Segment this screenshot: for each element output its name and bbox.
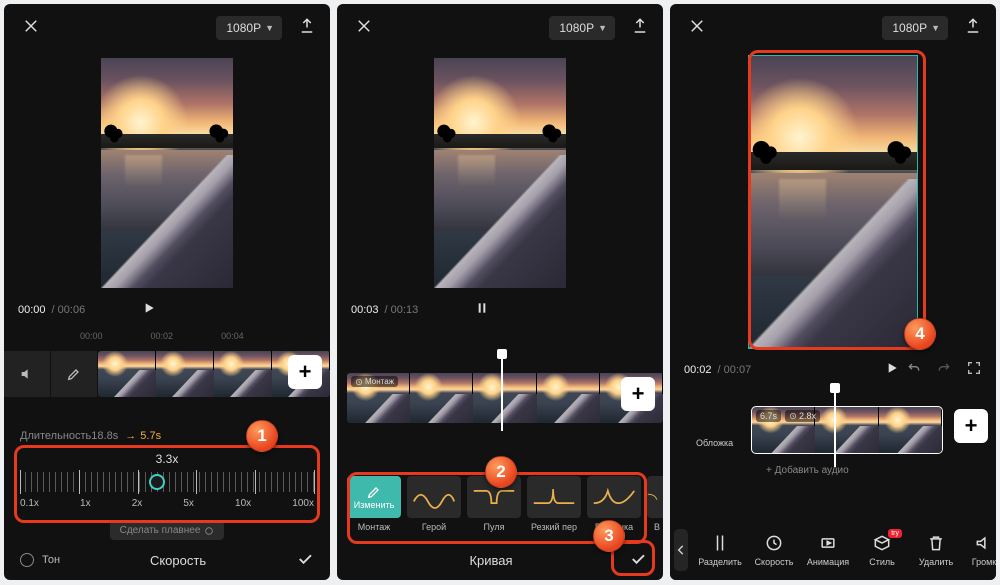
curve-preset[interactable]: Резкий пер <box>527 476 581 532</box>
time-current: 00:00 <box>18 304 46 316</box>
time-current: 00:03 <box>351 304 379 316</box>
play-icon[interactable] <box>91 300 157 319</box>
slider-thumb[interactable] <box>149 474 165 490</box>
smooth-button[interactable]: Сделать плавнее <box>110 521 225 540</box>
add-clip-button[interactable]: + <box>954 409 988 443</box>
speed-value: 3.3x <box>20 452 314 466</box>
chevron-down-icon: ▼ <box>265 23 274 33</box>
resolution-button[interactable]: 1080P▼ <box>882 16 948 40</box>
cover-label[interactable]: Обложка <box>696 438 733 448</box>
playhead[interactable] <box>501 353 503 431</box>
resolution-button[interactable]: 1080P▼ <box>549 16 615 40</box>
time-total: / 00:13 <box>385 304 419 316</box>
annotation-badge: 2 <box>485 456 517 488</box>
clip-duration: 6.7s <box>756 410 781 422</box>
resolution-label: 1080P <box>226 21 261 35</box>
add-audio-button[interactable]: + Добавить аудио <box>670 461 996 476</box>
curve-edit[interactable]: Изменить Монтаж <box>347 476 401 532</box>
speed-stops: 0.1x1x 2x5x 10x100x <box>20 498 314 509</box>
tool-animation[interactable]: Анимация <box>802 533 854 567</box>
annotation-badge: 1 <box>246 420 278 452</box>
add-clip-button[interactable]: + <box>621 377 655 411</box>
video-preview[interactable] <box>749 56 917 348</box>
time-total: / 00:06 <box>52 304 86 316</box>
fullscreen-icon[interactable] <box>966 360 982 379</box>
panel-title: Скорость <box>150 553 206 568</box>
close-icon[interactable] <box>355 17 373 40</box>
export-icon[interactable] <box>964 17 982 40</box>
tool-delete[interactable]: Удалить <box>910 533 962 567</box>
annotation-badge: 3 <box>593 520 625 552</box>
edit-icon[interactable] <box>51 351 97 397</box>
tool-style[interactable]: try Стиль <box>856 533 908 567</box>
curve-label: Монтаж <box>358 522 391 532</box>
clip-speed: 2.8x <box>785 410 820 422</box>
export-icon[interactable] <box>298 17 316 40</box>
back-icon[interactable] <box>674 529 688 571</box>
export-icon[interactable] <box>631 17 649 40</box>
time-total: / 00:07 <box>718 364 752 376</box>
redo-icon[interactable] <box>936 360 952 379</box>
confirm-icon[interactable] <box>629 550 647 571</box>
time-current: 00:02 <box>684 364 712 376</box>
tool-split[interactable]: Разделить <box>694 533 746 567</box>
video-preview[interactable] <box>101 58 233 288</box>
timeline-clip[interactable]: Монтаж <box>347 373 663 423</box>
undo-icon[interactable] <box>906 360 922 379</box>
panel-title: Кривая <box>469 553 512 568</box>
play-icon[interactable] <box>878 360 900 379</box>
curve-preset[interactable]: Герой <box>407 476 461 532</box>
try-badge: try <box>888 529 902 538</box>
resolution-button[interactable]: 1080P ▼ <box>216 16 282 40</box>
pause-icon[interactable] <box>424 300 490 319</box>
playhead[interactable] <box>834 387 836 467</box>
tool-volume[interactable]: Громк <box>964 533 996 567</box>
close-icon[interactable] <box>688 17 706 40</box>
video-preview[interactable] <box>434 58 566 288</box>
tool-speed[interactable]: Скорость <box>748 533 800 567</box>
speed-slider[interactable] <box>20 472 314 492</box>
annotation-badge: 4 <box>904 318 936 350</box>
mute-icon[interactable] <box>4 351 50 397</box>
confirm-icon[interactable] <box>296 550 314 571</box>
tone-toggle[interactable]: Тон <box>20 553 60 567</box>
curve-preset[interactable]: В <box>647 476 663 532</box>
timeline-clip[interactable]: 6.7s 2.8x <box>752 407 942 453</box>
timeline-ruler: 00:0000:0200:04 <box>4 329 330 343</box>
close-icon[interactable] <box>22 17 40 40</box>
add-clip-button[interactable]: + <box>288 355 322 389</box>
